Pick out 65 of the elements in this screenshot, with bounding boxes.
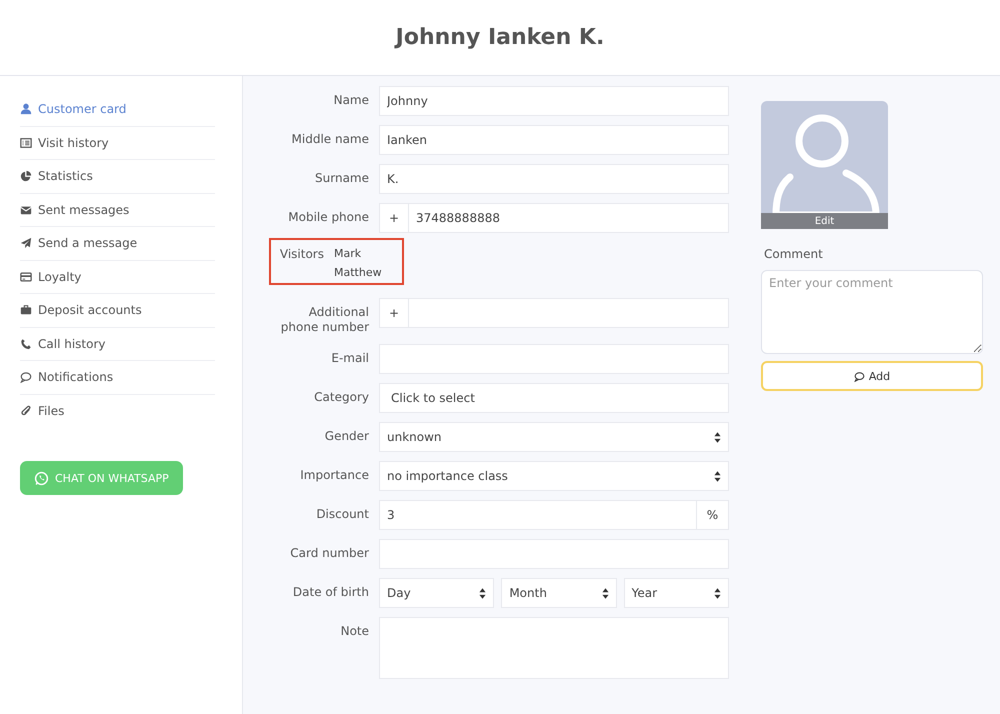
sidebar-item[interactable]: Send a message bbox=[20, 227, 215, 260]
comment-label: Comment bbox=[764, 247, 824, 261]
date-select[interactable]: Year bbox=[624, 578, 729, 608]
note-field[interactable] bbox=[379, 617, 729, 679]
field-label: Surname bbox=[314, 170, 370, 186]
sidebar-item[interactable]: Notifications bbox=[20, 361, 215, 394]
select-arrows-icon bbox=[714, 432, 721, 442]
percent-suffix: % bbox=[696, 501, 728, 529]
text-field[interactable]: Ianken bbox=[379, 125, 729, 155]
field-label: Date of birth bbox=[292, 584, 370, 600]
select-arrows-icon bbox=[479, 588, 486, 598]
visitor-name: Mark bbox=[334, 247, 362, 260]
credit-card-icon bbox=[20, 270, 32, 283]
pie-chart-icon bbox=[20, 170, 32, 182]
select-arrows-icon bbox=[714, 588, 721, 598]
text-field[interactable] bbox=[379, 344, 729, 374]
field-label: Discount bbox=[315, 506, 370, 522]
text-field[interactable] bbox=[379, 539, 729, 569]
list-icon bbox=[20, 136, 32, 149]
text-field[interactable]: K. bbox=[379, 164, 729, 194]
add-button[interactable]: Add bbox=[761, 361, 983, 391]
field-label: Importance bbox=[299, 467, 370, 483]
sidebar-item[interactable]: Deposit accounts bbox=[20, 294, 215, 328]
sidebar-item[interactable]: Loyalty bbox=[20, 260, 215, 294]
field-label: Mobile phone bbox=[287, 209, 370, 225]
field-label: Note bbox=[340, 623, 370, 639]
phone-field[interactable]: + bbox=[379, 298, 729, 328]
date-select[interactable]: Day bbox=[379, 578, 494, 608]
person-icon bbox=[20, 103, 32, 116]
paperclip-icon bbox=[20, 404, 32, 417]
sidebar-item[interactable]: Files bbox=[20, 394, 215, 427]
sidebar-item[interactable]: Customer card bbox=[20, 93, 215, 126]
field-label: Additional phone number bbox=[280, 304, 370, 335]
edit-photo-button[interactable]: Edit bbox=[761, 213, 888, 229]
select-field[interactable]: no importance class bbox=[379, 461, 729, 491]
field-label: Gender bbox=[324, 428, 370, 444]
phone-prefix: + bbox=[380, 204, 409, 232]
field-label: Category bbox=[313, 389, 370, 405]
speech-bubble-icon bbox=[854, 370, 865, 382]
sidebar-item[interactable]: Statistics bbox=[20, 160, 215, 194]
envelope-icon bbox=[20, 204, 32, 216]
phone-field[interactable]: + 37488888888 bbox=[379, 203, 729, 233]
field-label: Middle name bbox=[290, 131, 370, 147]
phone-prefix: + bbox=[380, 299, 409, 327]
field-label: Card number bbox=[289, 545, 370, 561]
sidebar-item[interactable]: Call history bbox=[20, 328, 215, 361]
paper-plane-icon bbox=[20, 237, 32, 250]
select-field[interactable]: unknown bbox=[379, 422, 729, 452]
sidebar-item[interactable]: Visit history bbox=[20, 126, 215, 160]
discount-field[interactable]: 3 % bbox=[379, 500, 729, 530]
speech-bubble-icon bbox=[20, 371, 32, 384]
phone-icon bbox=[20, 338, 32, 350]
field-label: Name bbox=[332, 92, 370, 108]
field-label: E-mail bbox=[330, 350, 370, 366]
sidebar-item[interactable]: Sent messages bbox=[20, 194, 215, 227]
date-select[interactable]: Month bbox=[501, 578, 617, 608]
select-arrows-icon bbox=[714, 470, 721, 482]
field-label: Visitors bbox=[278, 246, 325, 263]
visitor-name: Matthew bbox=[334, 266, 382, 279]
briefcase-icon bbox=[20, 304, 32, 316]
comment-field[interactable]: Enter your comment bbox=[761, 270, 983, 354]
category-picker[interactable]: Click to select bbox=[379, 383, 729, 413]
whatsapp-icon bbox=[34, 470, 49, 486]
page-title: Johnny Ianken K. bbox=[396, 25, 604, 50]
select-arrows-icon bbox=[602, 588, 609, 598]
